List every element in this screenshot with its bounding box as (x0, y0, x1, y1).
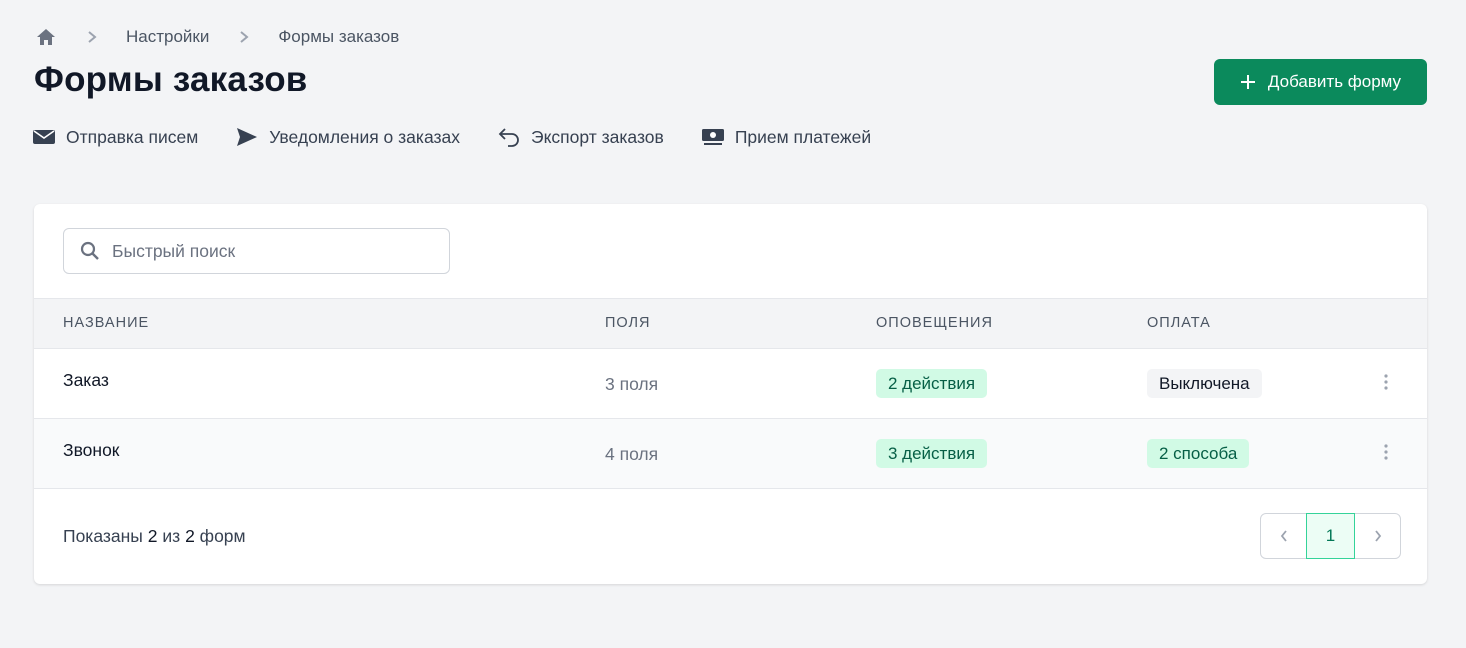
fields-count: 4 поля (605, 444, 659, 464)
subnav-label: Прием платежей (734, 126, 872, 147)
form-name-link[interactable]: Звонок (63, 440, 119, 461)
subnav-label: Отправка писем (66, 126, 199, 147)
search-input[interactable] (112, 240, 432, 262)
row-actions-menu-icon[interactable] (1374, 370, 1398, 394)
summary-suffix: форм (199, 526, 246, 546)
column-header-payment[interactable]: ОПЛАТА (1147, 315, 1211, 331)
summary-shown-count: 2 (147, 526, 158, 546)
column-header-notifications[interactable]: ОПОВЕЩЕНИЯ (876, 315, 993, 331)
page-button-current[interactable]: 1 (1306, 513, 1355, 559)
chevron-right-icon (237, 30, 251, 44)
forms-table-card: НАЗВАНИЕ ПОЛЯ ОПОВЕЩЕНИЯ ОПЛАТА Заказ 3 … (34, 204, 1427, 584)
subnav-item-order-notifications[interactable]: Уведомления о заказах (236, 126, 460, 148)
search-icon (80, 241, 100, 261)
row-actions-menu-icon[interactable] (1374, 440, 1398, 464)
home-icon[interactable] (35, 26, 57, 48)
results-summary: Показаны 2 из 2 форм (63, 526, 246, 547)
table-row[interactable]: Заказ 3 поля 2 действия Выключена (34, 349, 1427, 419)
subnav-item-email-sending[interactable]: Отправка писем (33, 126, 198, 148)
subnav-item-order-export[interactable]: Экспорт заказов (498, 126, 664, 148)
plus-icon (1240, 74, 1256, 90)
add-form-button-label: Добавить форму (1267, 72, 1402, 91)
breadcrumb-item-order-forms[interactable]: Формы заказов (278, 27, 399, 47)
form-name-link[interactable]: Заказ (63, 370, 109, 391)
payment-status-badge: 2 способа (1147, 439, 1250, 468)
chevron-right-icon[interactable] (1355, 514, 1400, 558)
notifications-badge: 3 действия (876, 439, 988, 468)
paper-plane-icon (236, 126, 258, 148)
breadcrumb-item-settings[interactable]: Настройки (126, 27, 209, 47)
subnav-label: Уведомления о заказах (269, 126, 460, 147)
subnav-item-payments[interactable]: Прием платежей (701, 126, 872, 148)
breadcrumb: Настройки Формы заказов (35, 26, 399, 48)
column-header-name[interactable]: НАЗВАНИЕ (63, 315, 149, 331)
chevron-right-icon (85, 30, 99, 44)
column-header-fields[interactable]: ПОЛЯ (605, 315, 651, 331)
fields-count: 3 поля (605, 374, 659, 394)
subnav-label: Экспорт заказов (531, 126, 664, 147)
table-header: НАЗВАНИЕ ПОЛЯ ОПОВЕЩЕНИЯ ОПЛАТА (34, 298, 1427, 349)
search-box (63, 228, 450, 274)
envelope-icon (33, 126, 55, 148)
page-title: Формы заказов (34, 60, 308, 99)
pagination: 1 (1260, 513, 1401, 559)
reply-arrow-icon (498, 126, 520, 148)
notifications-badge: 2 действия (876, 369, 988, 398)
summary-total-count: 2 (185, 526, 195, 546)
summary-prefix: Показаны (63, 526, 143, 546)
cash-icon (701, 126, 724, 148)
payment-status-badge: Выключена (1147, 369, 1262, 398)
add-form-button[interactable]: Добавить форму (1214, 59, 1427, 105)
chevron-left-icon[interactable] (1261, 514, 1306, 558)
settings-subnav: Отправка писем Уведомления о заказах Экс… (33, 124, 909, 150)
table-row[interactable]: Звонок 4 поля 3 действия 2 способа (34, 419, 1427, 489)
summary-middle: из (162, 526, 181, 546)
